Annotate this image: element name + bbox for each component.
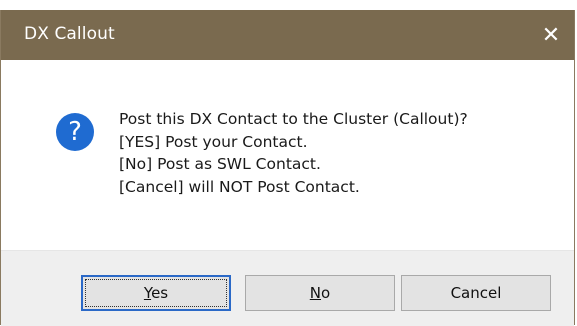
cancel-button-label: Cancel	[450, 284, 502, 302]
message-area: ? Post this DX Contact to the Cluster (C…	[1, 60, 574, 250]
message-line: Post this DX Contact to the Cluster (Cal…	[119, 110, 468, 128]
message-line: [No] Post as SWL Contact.	[119, 155, 321, 173]
close-button[interactable]: ✕	[528, 10, 574, 60]
no-button-label: No	[309, 284, 331, 302]
question-icon-glyph: ?	[68, 117, 82, 147]
focus-ring	[85, 279, 227, 307]
no-button[interactable]: No	[245, 275, 395, 311]
window-title: DX Callout	[24, 24, 115, 44]
dialog-window: DX Callout ✕ ? Post this DX Contact to t…	[0, 10, 575, 326]
message-line: [YES] Post your Contact.	[119, 132, 308, 151]
yes-button[interactable]: Yes	[81, 275, 231, 311]
cancel-button[interactable]: Cancel	[401, 275, 551, 311]
message-line: [Cancel] will NOT Post Contact.	[119, 177, 360, 196]
title-bar[interactable]: DX Callout ✕	[1, 10, 574, 60]
close-icon: ✕	[541, 22, 561, 48]
question-icon: ?	[56, 113, 94, 151]
message-text: Post this DX Contact to the Cluster (Cal…	[119, 108, 468, 198]
button-bar: Yes No Cancel	[1, 250, 574, 326]
